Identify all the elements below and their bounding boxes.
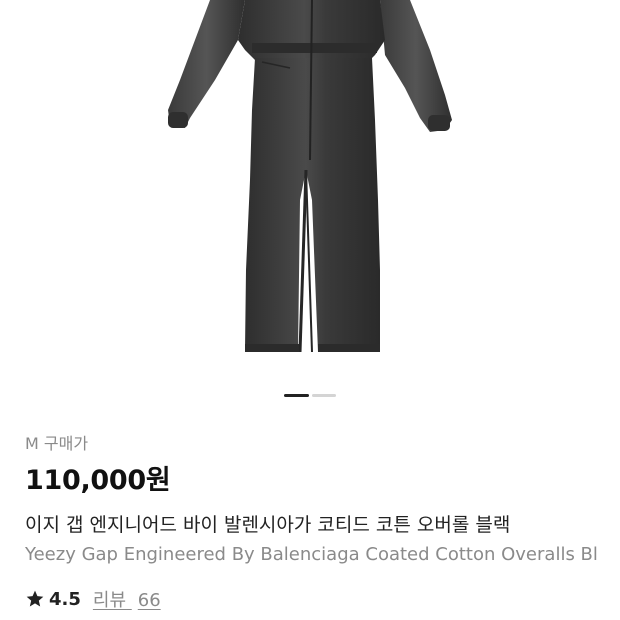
price-type-label: 구매가 [43,434,89,453]
reviews-count[interactable]: 66 [138,590,161,611]
coverall-photo [168,0,452,353]
rating-row: 4.5 리뷰 66 [25,587,161,611]
reviews-link[interactable]: 리뷰 66 [93,586,161,612]
price: 110,000원 [25,465,171,496]
product-title-korean: 이지 갭 엔지니어드 바이 발렌시아가 코티드 코튼 오버롤 블랙 [25,514,511,536]
product-image[interactable] [0,0,620,405]
carousel-dot-active[interactable] [284,394,309,397]
carousel-indicator[interactable] [0,394,620,398]
product-title-english: Yeezy Gap Engineered By Balenciaga Coate… [25,544,598,565]
star-icon [26,590,44,607]
size-label: M [25,434,39,453]
reviews-label[interactable]: 리뷰 [93,590,126,611]
size-price-type: M 구매가 [25,430,88,454]
carousel-dot[interactable] [312,394,336,397]
rating-value: 4.5 [49,588,81,610]
